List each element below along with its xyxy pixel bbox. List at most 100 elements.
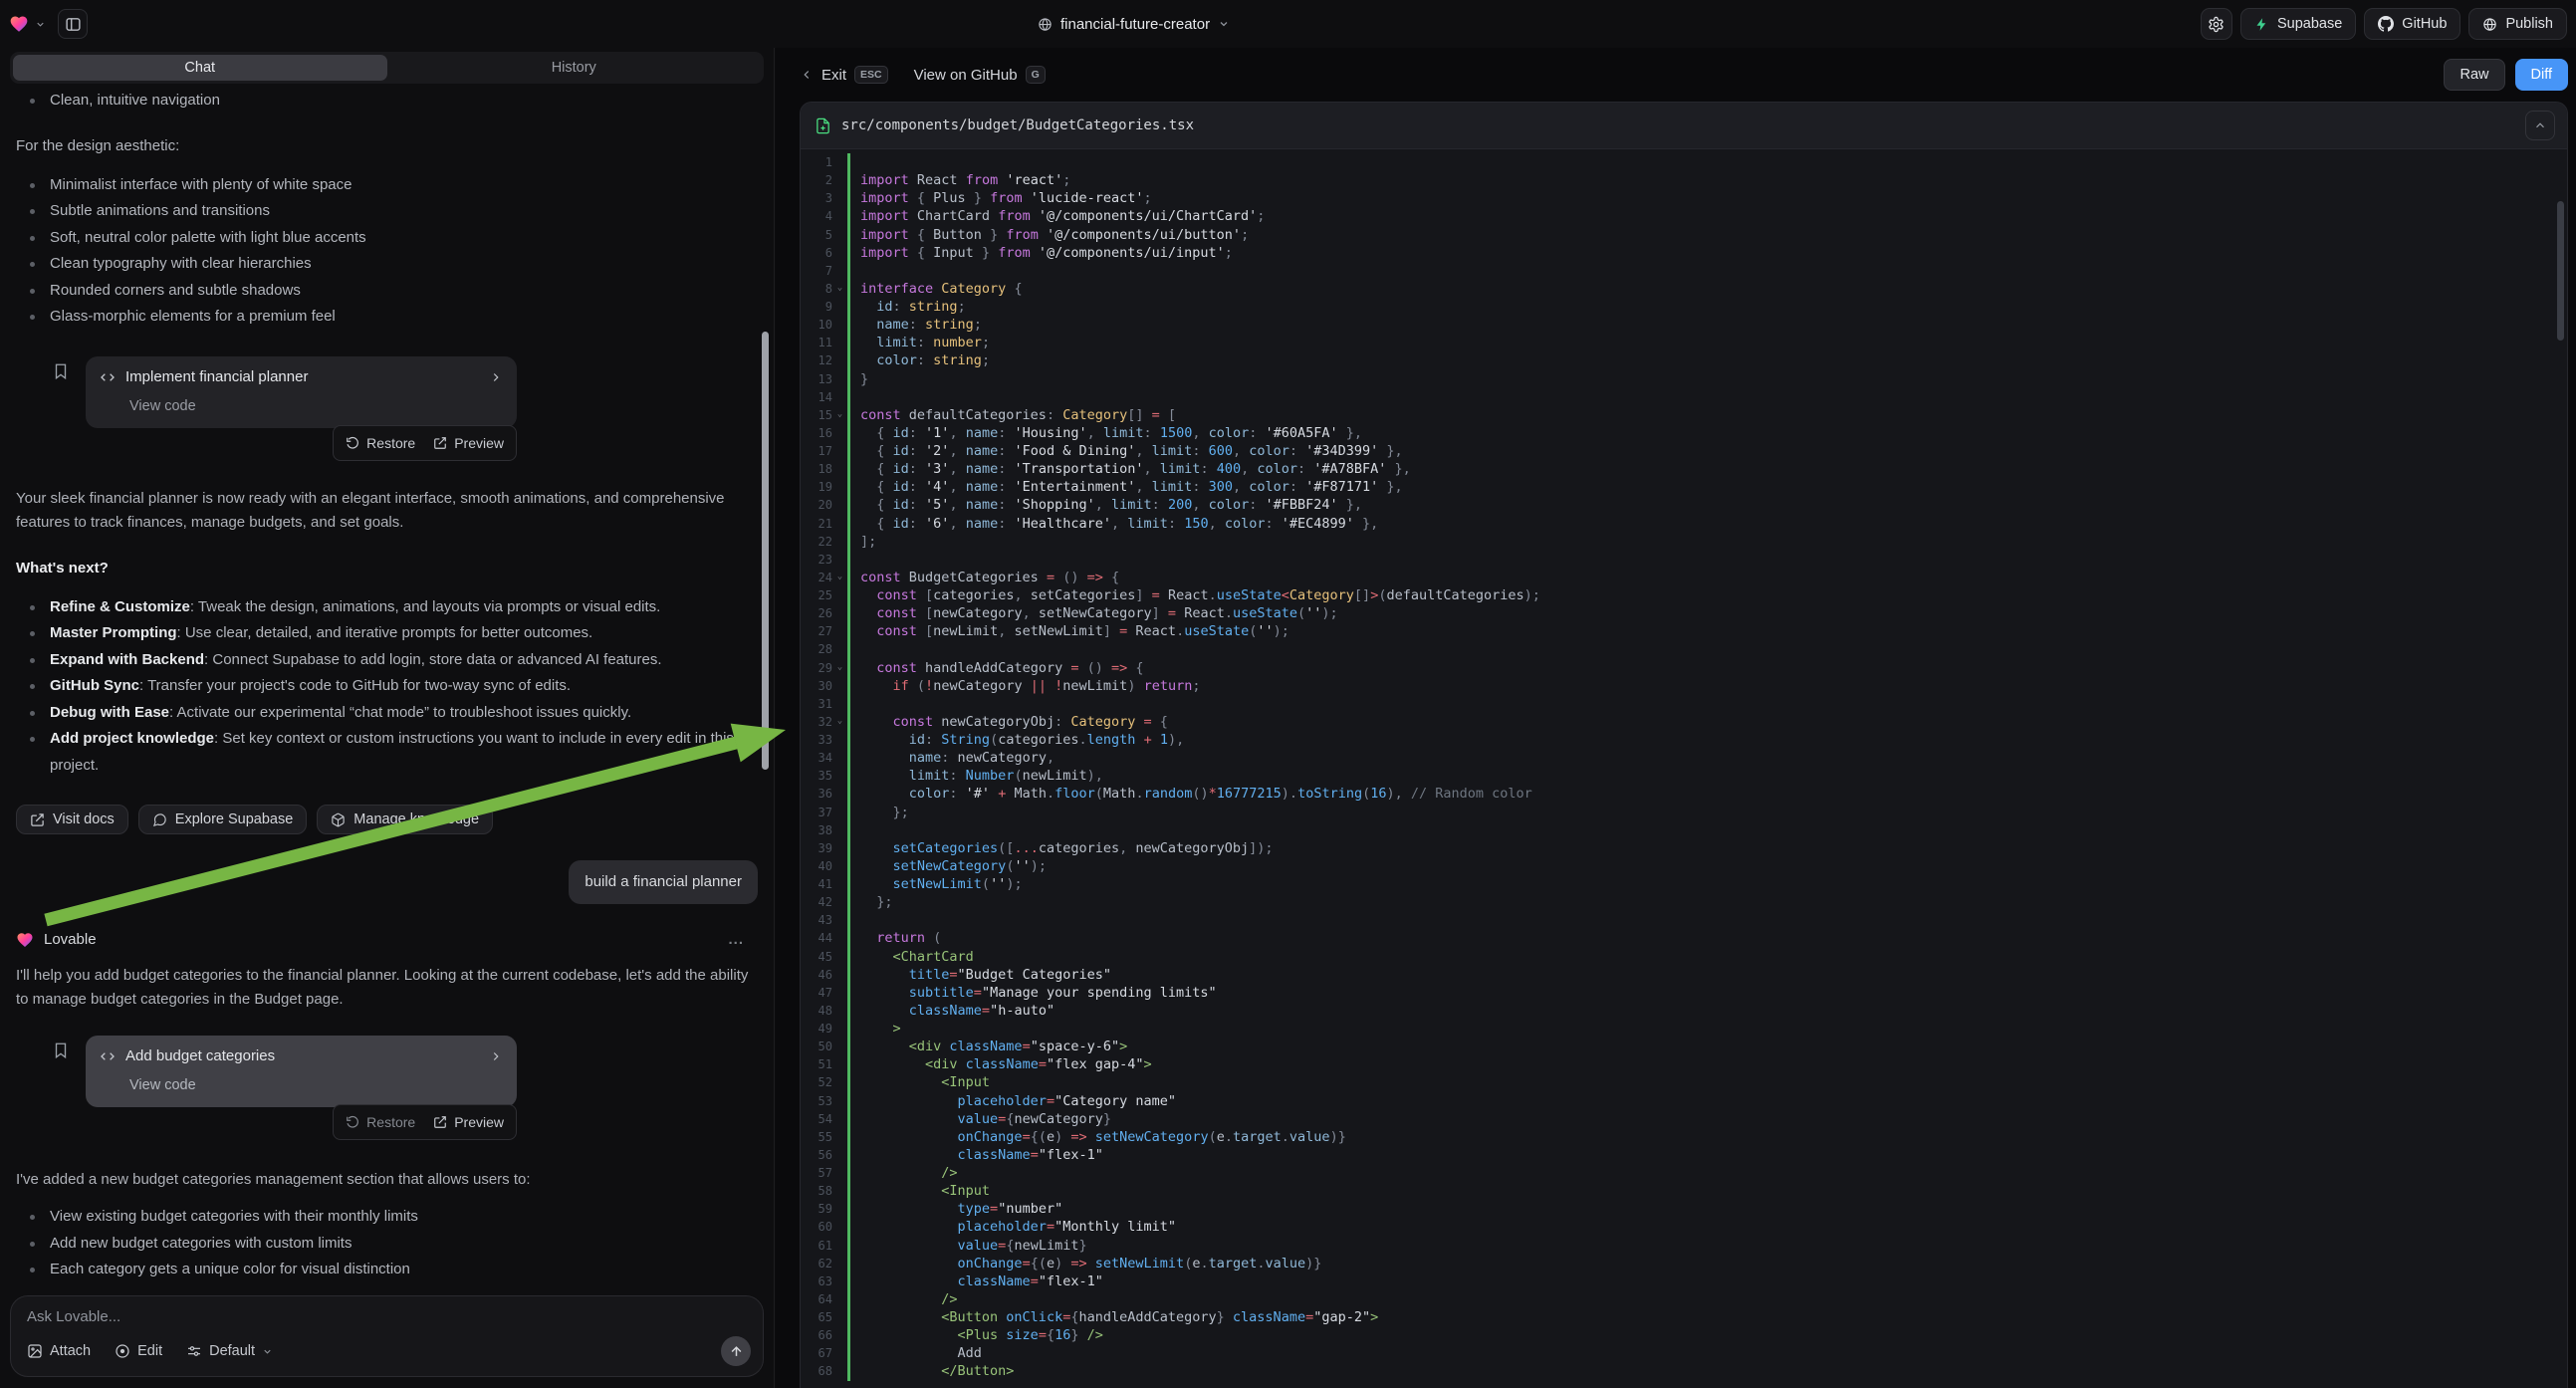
code-scrollbar[interactable]: [2557, 201, 2564, 341]
list-item: Minimalist interface with plenty of whit…: [16, 172, 758, 199]
code-line: 32⌄ const newCategoryObj: Category = {: [801, 713, 2567, 731]
edit-mode-button[interactable]: Edit: [115, 1343, 162, 1359]
list-item: Rounded corners and subtle shadows: [16, 278, 758, 305]
globe-icon: [2482, 17, 2497, 32]
code-line: 36 color: '#' + Math.floor(Math.random()…: [801, 785, 2567, 803]
model-selector[interactable]: Default: [186, 1343, 273, 1359]
version-title: Add budget categories: [125, 1044, 275, 1068]
esc-key-badge: ESC: [854, 66, 888, 84]
bookmark-icon[interactable]: [52, 1041, 70, 1107]
version-card[interactable]: Add budget categories View code: [86, 1036, 517, 1107]
code-line: 34 name: newCategory,: [801, 749, 2567, 767]
version-title: Implement financial planner: [125, 365, 308, 389]
list-item: Add new budget categories with custom li…: [16, 1231, 758, 1258]
diff-toggle-button[interactable]: Diff: [2515, 59, 2569, 91]
chevron-down-icon: [1218, 18, 1230, 30]
restore-button[interactable]: Restore: [346, 1110, 415, 1134]
manage-knowledge-button[interactable]: Manage knowledge: [317, 805, 493, 834]
code-line: 58 <Input: [801, 1182, 2567, 1200]
code-line: 19 { id: '4', name: 'Entertainment', lim…: [801, 478, 2567, 496]
code-view-toolbar: Exit ESC View on GitHub G Raw Diff: [776, 48, 2576, 102]
code-line: 11 limit: number;: [801, 334, 2567, 351]
code-line: 38: [801, 821, 2567, 839]
code-line: 15⌄const defaultCategories: Category[] =…: [801, 406, 2567, 424]
gear-icon: [2208, 16, 2225, 33]
diff-file-card: src/components/budget/BudgetCategories.t…: [800, 102, 2568, 1388]
image-icon: [27, 1343, 43, 1359]
list-item: View existing budget categories with the…: [16, 1204, 758, 1231]
chat-input[interactable]: [27, 1308, 747, 1325]
code-line: 5import { Button } from '@/components/ui…: [801, 226, 2567, 244]
chevron-up-icon: [2533, 118, 2547, 132]
restore-button[interactable]: Restore: [346, 431, 415, 455]
supabase-button[interactable]: Supabase: [2240, 8, 2356, 40]
code-line: 20 { id: '5', name: 'Shopping', limit: 2…: [801, 496, 2567, 514]
list-item: Add project knowledge: Set key context o…: [16, 726, 758, 779]
top-bar: financial-future-creator Supabase GitHub: [0, 0, 2576, 48]
code-line: 44 return (: [801, 929, 2567, 947]
file-header[interactable]: src/components/budget/BudgetCategories.t…: [801, 103, 2567, 149]
chevron-down-icon[interactable]: [35, 19, 46, 30]
project-name: financial-future-creator: [1060, 16, 1210, 33]
version-card[interactable]: Implement financial planner View code: [86, 356, 517, 428]
tab-chat[interactable]: Chat: [13, 55, 387, 81]
project-icon: [1038, 17, 1053, 32]
target-icon: [115, 1343, 130, 1359]
list-item: Glass-morphic elements for a premium fee…: [16, 304, 758, 331]
bookmark-icon[interactable]: [52, 362, 70, 428]
code-line: 42 };: [801, 893, 2567, 911]
code-line: 33 id: String(categories.length + 1),: [801, 731, 2567, 749]
attach-button[interactable]: Attach: [27, 1343, 91, 1359]
code-line: 29⌄ const handleAddCategory = () => {: [801, 659, 2567, 677]
list-item: Debug with Ease: Activate our experiment…: [16, 700, 758, 727]
whats-next-list: Refine & Customize: Tweak the design, an…: [16, 594, 758, 780]
restore-icon: [346, 1115, 359, 1129]
chat-scrollbar[interactable]: [762, 332, 769, 770]
code-line: 1: [801, 153, 2567, 171]
preview-button[interactable]: Preview: [433, 431, 504, 455]
code-line: 6import { Input } from '@/components/ui/…: [801, 244, 2567, 262]
code-line: 48 className="h-auto": [801, 1002, 2567, 1020]
raw-toggle-button[interactable]: Raw: [2444, 59, 2504, 91]
view-code-link[interactable]: View code: [129, 1073, 503, 1097]
settings-button[interactable]: [2201, 8, 2232, 40]
code-line: 10 name: string;: [801, 316, 2567, 334]
github-icon: [2378, 16, 2394, 32]
lovable-logo-icon[interactable]: [9, 14, 29, 34]
design-aesthetic-heading: For the design aesthetic:: [16, 134, 758, 158]
list-item: Clean, intuitive navigation: [16, 88, 758, 115]
code-line: 64 />: [801, 1290, 2567, 1308]
preview-button[interactable]: Preview: [433, 1110, 504, 1134]
sliders-icon: [186, 1343, 202, 1359]
explore-supabase-button[interactable]: Explore Supabase: [138, 805, 308, 834]
visit-docs-button[interactable]: Visit docs: [16, 805, 128, 834]
list-item: Expand with Backend: Connect Supabase to…: [16, 647, 758, 674]
collapse-file-button[interactable]: [2525, 111, 2555, 140]
send-button[interactable]: [721, 1336, 751, 1366]
chevron-right-icon[interactable]: [489, 1049, 503, 1063]
publish-button[interactable]: Publish: [2468, 8, 2567, 40]
sidebar-toggle-icon[interactable]: [58, 9, 88, 39]
view-code-link[interactable]: View code: [129, 394, 503, 418]
external-link-icon: [433, 1115, 447, 1129]
code-line: 3import { Plus } from 'lucide-react';: [801, 189, 2567, 207]
list-item: Each category gets a unique color for vi…: [16, 1257, 758, 1283]
code-line: 66 <Plus size={16} />: [801, 1326, 2567, 1344]
github-button[interactable]: GitHub: [2364, 8, 2460, 40]
code-line: 27 const [newLimit, setNewLimit] = React…: [801, 622, 2567, 640]
code-editor[interactable]: 12import React from 'react';3import { Pl…: [801, 149, 2567, 1388]
exit-button[interactable]: Exit ESC: [800, 66, 888, 84]
tab-history[interactable]: History: [387, 55, 762, 81]
code-line: 31: [801, 695, 2567, 713]
file-plus-icon: [815, 117, 831, 134]
view-on-github-button[interactable]: View on GitHub G: [914, 66, 1046, 84]
project-switcher[interactable]: financial-future-creator: [1038, 0, 1230, 48]
code-line: 9 id: string;: [801, 298, 2567, 316]
chevron-left-icon: [800, 68, 814, 82]
message-menu-icon[interactable]: ...: [728, 928, 744, 952]
chevron-right-icon[interactable]: [489, 370, 503, 384]
code-line: 26 const [newCategory, setNewCategory] =…: [801, 604, 2567, 622]
code-line: 61 value={newLimit}: [801, 1237, 2567, 1255]
version-actions: Restore Preview: [333, 1104, 517, 1140]
code-line: 52 <Input: [801, 1073, 2567, 1091]
